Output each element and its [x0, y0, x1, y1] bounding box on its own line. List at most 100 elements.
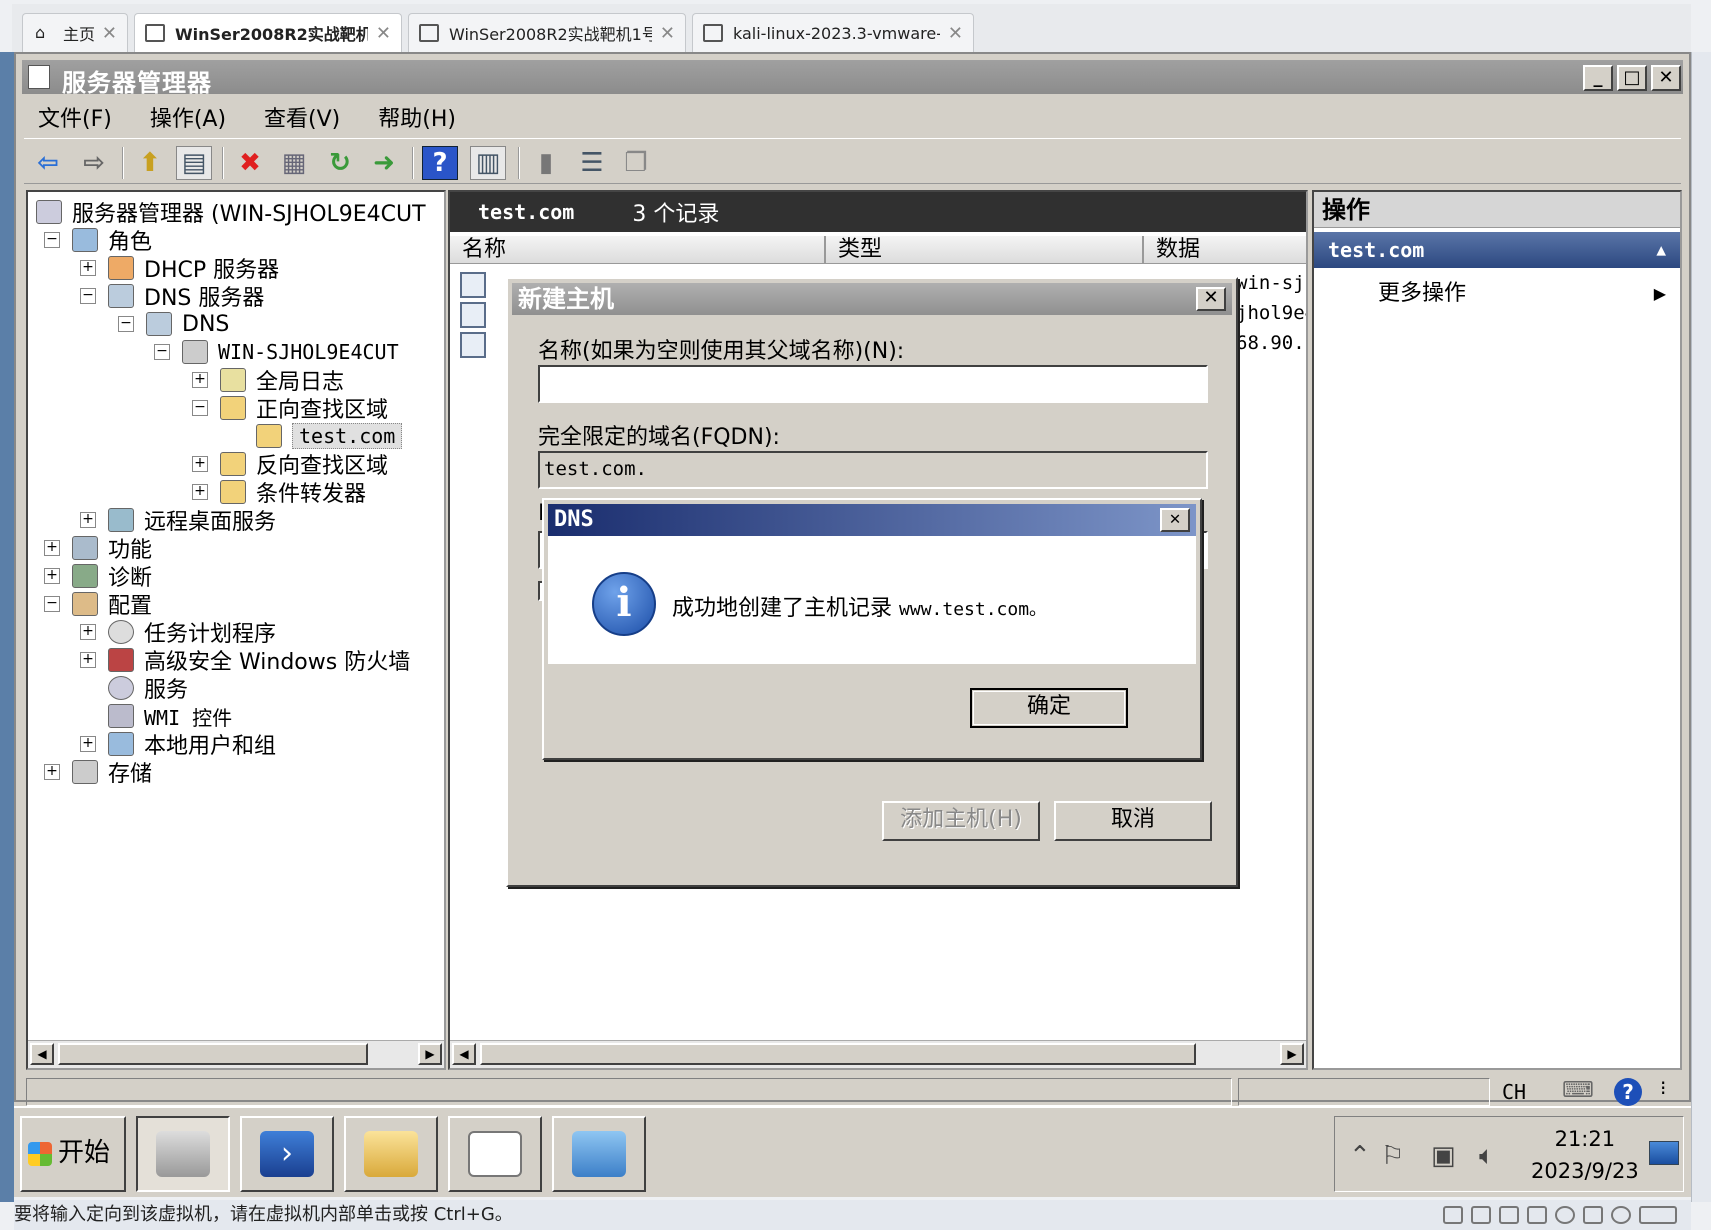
- tree-node-wmi[interactable]: WMI 控件: [80, 702, 232, 730]
- tree-node-dns-server[interactable]: − DNS 服务器: [80, 282, 264, 311]
- scroll-left-icon[interactable]: ◀: [30, 1043, 54, 1065]
- up-folder-icon[interactable]: ⬆: [132, 146, 168, 180]
- properties-icon[interactable]: ▦: [276, 146, 312, 180]
- tree-node-diagnostics[interactable]: + 诊断: [44, 562, 152, 591]
- taskbar-powershell[interactable]: ›: [240, 1116, 334, 1192]
- forward-icon[interactable]: ⇨: [76, 146, 112, 180]
- more-actions-item[interactable]: 更多操作 ▶: [1378, 278, 1680, 310]
- close-button[interactable]: ✕: [1196, 287, 1226, 311]
- show-action-pane-icon[interactable]: ▥: [470, 146, 506, 180]
- hdd-icon[interactable]: [1443, 1206, 1463, 1224]
- scroll-right-icon[interactable]: ▶: [418, 1043, 442, 1065]
- taskbar-event-viewer[interactable]: [448, 1116, 542, 1192]
- vm-tab-winser-1[interactable]: WinSer2008R2实战靶机1号 ✕: [134, 13, 402, 52]
- network-adapter-icon[interactable]: [1471, 1206, 1491, 1224]
- minimize-button[interactable]: _: [1583, 65, 1613, 91]
- console-tree[interactable]: 服务器管理器 (WIN-SJHOL9E4CUT − 角色 + DHCP 服务器 …: [26, 190, 446, 1070]
- collapse-icon[interactable]: −: [118, 316, 134, 332]
- scroll-thumb[interactable]: [480, 1043, 1196, 1065]
- expand-icon[interactable]: +: [80, 652, 96, 668]
- clock[interactable]: 21:21 2023/9/23: [1531, 1123, 1639, 1187]
- tree-node-dhcp[interactable]: + DHCP 服务器: [80, 254, 279, 283]
- expand-icon[interactable]: +: [192, 372, 208, 388]
- collapse-caret-icon[interactable]: ▲: [1656, 232, 1666, 268]
- collapse-icon[interactable]: −: [80, 288, 96, 304]
- printer-icon[interactable]: [1499, 1206, 1519, 1224]
- record-data[interactable]: 68.90.1: [1236, 332, 1306, 354]
- close-button[interactable]: ✕: [1651, 65, 1681, 91]
- copy-icon[interactable]: ❐: [618, 146, 654, 180]
- usb-icon[interactable]: [1583, 1206, 1603, 1224]
- taskbar-network[interactable]: [552, 1116, 646, 1192]
- tree-node-services[interactable]: 服务: [80, 674, 188, 703]
- record-data[interactable]: win-sjhol9e4: [1236, 272, 1306, 294]
- tree-node-global-logs[interactable]: + 全局日志: [192, 366, 344, 395]
- add-host-button[interactable]: 添加主机(H): [882, 801, 1040, 841]
- tree-node-local-users[interactable]: + 本地用户和组: [80, 730, 276, 759]
- help-circle-icon[interactable]: ?: [1614, 1078, 1642, 1106]
- export-icon[interactable]: ➜: [366, 146, 402, 180]
- tree-node-features[interactable]: + 功能: [44, 534, 152, 563]
- delete-icon[interactable]: ✖: [232, 146, 268, 180]
- tree-node-roles[interactable]: − 角色: [44, 226, 152, 255]
- volume-icon[interactable]: 🔈︎: [1479, 1141, 1495, 1172]
- column-name[interactable]: 名称: [450, 236, 826, 264]
- show-hidden-icons[interactable]: ⌃: [1349, 1141, 1371, 1171]
- tree-node-remote-desktop[interactable]: + 远程桌面服务: [80, 506, 276, 535]
- collapse-icon[interactable]: −: [44, 596, 60, 612]
- expand-icon[interactable]: +: [192, 456, 208, 472]
- taskbar-server-manager[interactable]: [136, 1116, 230, 1192]
- new-host-title[interactable]: 新建主机 ✕: [512, 283, 1232, 315]
- expand-icon[interactable]: +: [80, 624, 96, 640]
- start-button[interactable]: 开始: [20, 1116, 126, 1192]
- collapse-icon[interactable]: −: [44, 232, 60, 248]
- show-tree-icon[interactable]: ▤: [176, 146, 212, 180]
- scroll-right-icon[interactable]: ▶: [1280, 1043, 1304, 1065]
- expand-icon[interactable]: +: [80, 736, 96, 752]
- scroll-left-icon[interactable]: ◀: [452, 1043, 476, 1065]
- tree-node-task-scheduler[interactable]: + 任务计划程序: [80, 618, 276, 647]
- menu-help[interactable]: 帮助(H): [378, 101, 456, 133]
- message-log-icon[interactable]: [1639, 1206, 1677, 1224]
- tree-node-conditional-forwarders[interactable]: + 条件转发器: [192, 478, 366, 507]
- taskbar-explorer[interactable]: [344, 1116, 438, 1192]
- tree-node-server[interactable]: − WIN-SJHOL9E4CUT: [154, 338, 399, 366]
- ok-button[interactable]: 确定: [970, 688, 1128, 728]
- list-icon[interactable]: ☰: [574, 146, 610, 180]
- cancel-button[interactable]: 取消: [1054, 801, 1212, 841]
- cd-icon[interactable]: [1555, 1206, 1575, 1224]
- column-data[interactable]: 数据: [1144, 236, 1306, 264]
- vm-tab-kali[interactable]: kali-linux-2023.3-vmware-am... ✕: [692, 13, 974, 52]
- expand-icon[interactable]: +: [80, 260, 96, 276]
- vm-tab-winser-2[interactable]: WinSer2008R2实战靶机1号 的... ✕: [408, 13, 686, 52]
- close-icon[interactable]: ✕: [948, 23, 963, 44]
- actions-zone-group[interactable]: test.com ▲: [1314, 232, 1680, 268]
- expand-icon[interactable]: +: [192, 484, 208, 500]
- vm-tab-home[interactable]: ⌂ 主页 ✕: [22, 13, 128, 52]
- tree-node-firewall[interactable]: + 高级安全 Windows 防火墙: [80, 646, 410, 675]
- refresh-icon[interactable]: ↻: [322, 146, 358, 180]
- tree-node-test-com[interactable]: test.com: [228, 422, 403, 450]
- collapse-icon[interactable]: −: [154, 344, 170, 360]
- keyboard-icon[interactable]: ⌨: [1562, 1078, 1594, 1103]
- results-horizontal-scrollbar[interactable]: ◀ ▶: [450, 1040, 1306, 1068]
- expand-icon[interactable]: +: [44, 764, 60, 780]
- expand-icon[interactable]: +: [44, 540, 60, 556]
- record-data[interactable]: jhol9e4cut.: [1236, 302, 1306, 324]
- tree-node-server-manager[interactable]: 服务器管理器 (WIN-SJHOL9E4CUT: [36, 198, 426, 227]
- sound-icon[interactable]: [1527, 1206, 1547, 1224]
- collapse-icon[interactable]: −: [192, 400, 208, 416]
- language-indicator[interactable]: CH: [1502, 1080, 1526, 1104]
- tree-node-configuration[interactable]: − 配置: [44, 590, 152, 619]
- menu-action[interactable]: 操作(A): [150, 101, 226, 133]
- close-icon[interactable]: ✕: [376, 23, 391, 44]
- close-button[interactable]: ✕: [1160, 508, 1190, 532]
- close-icon[interactable]: ✕: [660, 23, 675, 44]
- column-type[interactable]: 类型: [826, 236, 1144, 264]
- server-icon[interactable]: ▮: [528, 146, 564, 180]
- title-bar[interactable]: 服务器管理器 _ □ ✕: [22, 60, 1683, 97]
- flag-icon[interactable]: ⚐: [1381, 1141, 1404, 1171]
- tree-node-forward-zones[interactable]: − 正向查找区域: [192, 394, 388, 423]
- options-icon[interactable]: ⁝: [1660, 1076, 1666, 1100]
- maximize-button[interactable]: □: [1617, 65, 1647, 91]
